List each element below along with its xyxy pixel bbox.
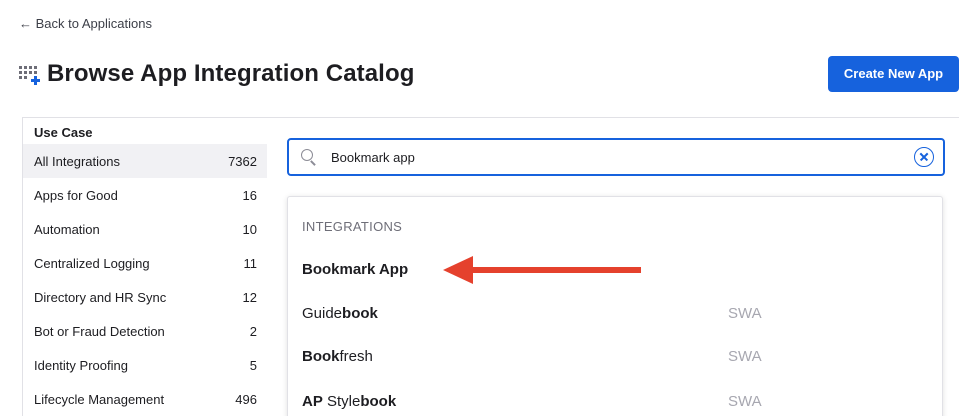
results-section-heading: INTEGRATIONS bbox=[302, 219, 403, 234]
result-text: fresh bbox=[339, 348, 373, 365]
sidebar-item-identity-proofing[interactable]: Identity Proofing 5 bbox=[23, 348, 267, 382]
annotation-arrow-icon bbox=[443, 256, 641, 284]
sidebar-item-count: 10 bbox=[242, 221, 257, 237]
result-item-bookfresh[interactable]: Bookfresh bbox=[302, 348, 373, 365]
sidebar-item-label: Automation bbox=[34, 221, 100, 237]
page-title: Browse App Integration Catalog bbox=[47, 60, 415, 87]
search-input[interactable] bbox=[331, 149, 914, 165]
result-tag-swa: SWA bbox=[728, 393, 762, 410]
result-item-bookmark-app[interactable]: Bookmark App bbox=[302, 261, 408, 278]
sidebar-item-count: 496 bbox=[235, 391, 257, 407]
sidebar-heading: Use Case bbox=[34, 125, 93, 140]
sidebar-item-label: Identity Proofing bbox=[34, 357, 128, 373]
search-icon bbox=[301, 149, 317, 166]
result-text-match: book bbox=[360, 393, 397, 410]
result-text-match: AP bbox=[302, 393, 323, 410]
sidebar-item-apps-for-good[interactable]: Apps for Good 16 bbox=[23, 178, 267, 212]
sidebar-item-automation[interactable]: Automation 10 bbox=[23, 212, 267, 246]
sidebar-item-centralized-logging[interactable]: Centralized Logging 11 bbox=[23, 246, 267, 280]
search-box[interactable] bbox=[287, 138, 945, 176]
sidebar-item-bot-fraud-detection[interactable]: Bot or Fraud Detection 2 bbox=[23, 314, 267, 348]
result-text-match: Bookmark App bbox=[302, 261, 409, 278]
sidebar-item-count: 7362 bbox=[228, 153, 257, 169]
header-divider bbox=[267, 117, 959, 118]
sidebar-item-label: All Integrations bbox=[34, 153, 120, 169]
result-text: Style bbox=[322, 393, 361, 410]
sidebar-item-label: Lifecycle Management bbox=[34, 391, 165, 407]
sidebar-item-count: 16 bbox=[242, 187, 257, 203]
result-item-guidebook[interactable]: Guidebook bbox=[302, 305, 378, 322]
sidebar-item-count: 2 bbox=[249, 323, 257, 339]
sidebar-item-lifecycle-management[interactable]: Lifecycle Management 496 bbox=[23, 382, 267, 416]
sidebar-item-count: 5 bbox=[249, 357, 257, 373]
sidebar-item-count: 11 bbox=[243, 255, 258, 271]
grid-plus-icon bbox=[19, 64, 40, 85]
result-text-match: Book bbox=[302, 348, 340, 365]
sidebar-item-directory-hr-sync[interactable]: Directory and HR Sync 12 bbox=[23, 280, 267, 314]
result-tag-swa: SWA bbox=[728, 305, 762, 322]
sidebar-item-all-integrations[interactable]: All Integrations 7362 bbox=[23, 144, 267, 178]
page-header: Browse App Integration Catalog bbox=[19, 60, 414, 88]
sidebar-item-label: Apps for Good bbox=[34, 187, 118, 203]
create-new-app-button[interactable]: Create New App bbox=[828, 56, 959, 92]
use-case-sidebar: Use Case All Integrations 7362 Apps for … bbox=[22, 117, 267, 416]
search-results-dropdown: INTEGRATIONS Bookmark App Guidebook SWA … bbox=[287, 196, 943, 416]
sidebar-item-count: 12 bbox=[242, 289, 257, 305]
sidebar-item-label: Directory and HR Sync bbox=[34, 289, 167, 305]
sidebar-item-label: Bot or Fraud Detection bbox=[34, 323, 165, 339]
result-tag-swa: SWA bbox=[728, 348, 762, 365]
clear-search-icon[interactable] bbox=[914, 147, 934, 167]
back-to-applications-link[interactable]: ← Back to Applications bbox=[19, 16, 152, 31]
result-text-match: book bbox=[342, 305, 378, 322]
sidebar-item-label: Centralized Logging bbox=[34, 255, 150, 271]
result-text: Guide bbox=[302, 305, 343, 322]
result-item-ap-stylebook[interactable]: AP Stylebook bbox=[302, 393, 396, 410]
